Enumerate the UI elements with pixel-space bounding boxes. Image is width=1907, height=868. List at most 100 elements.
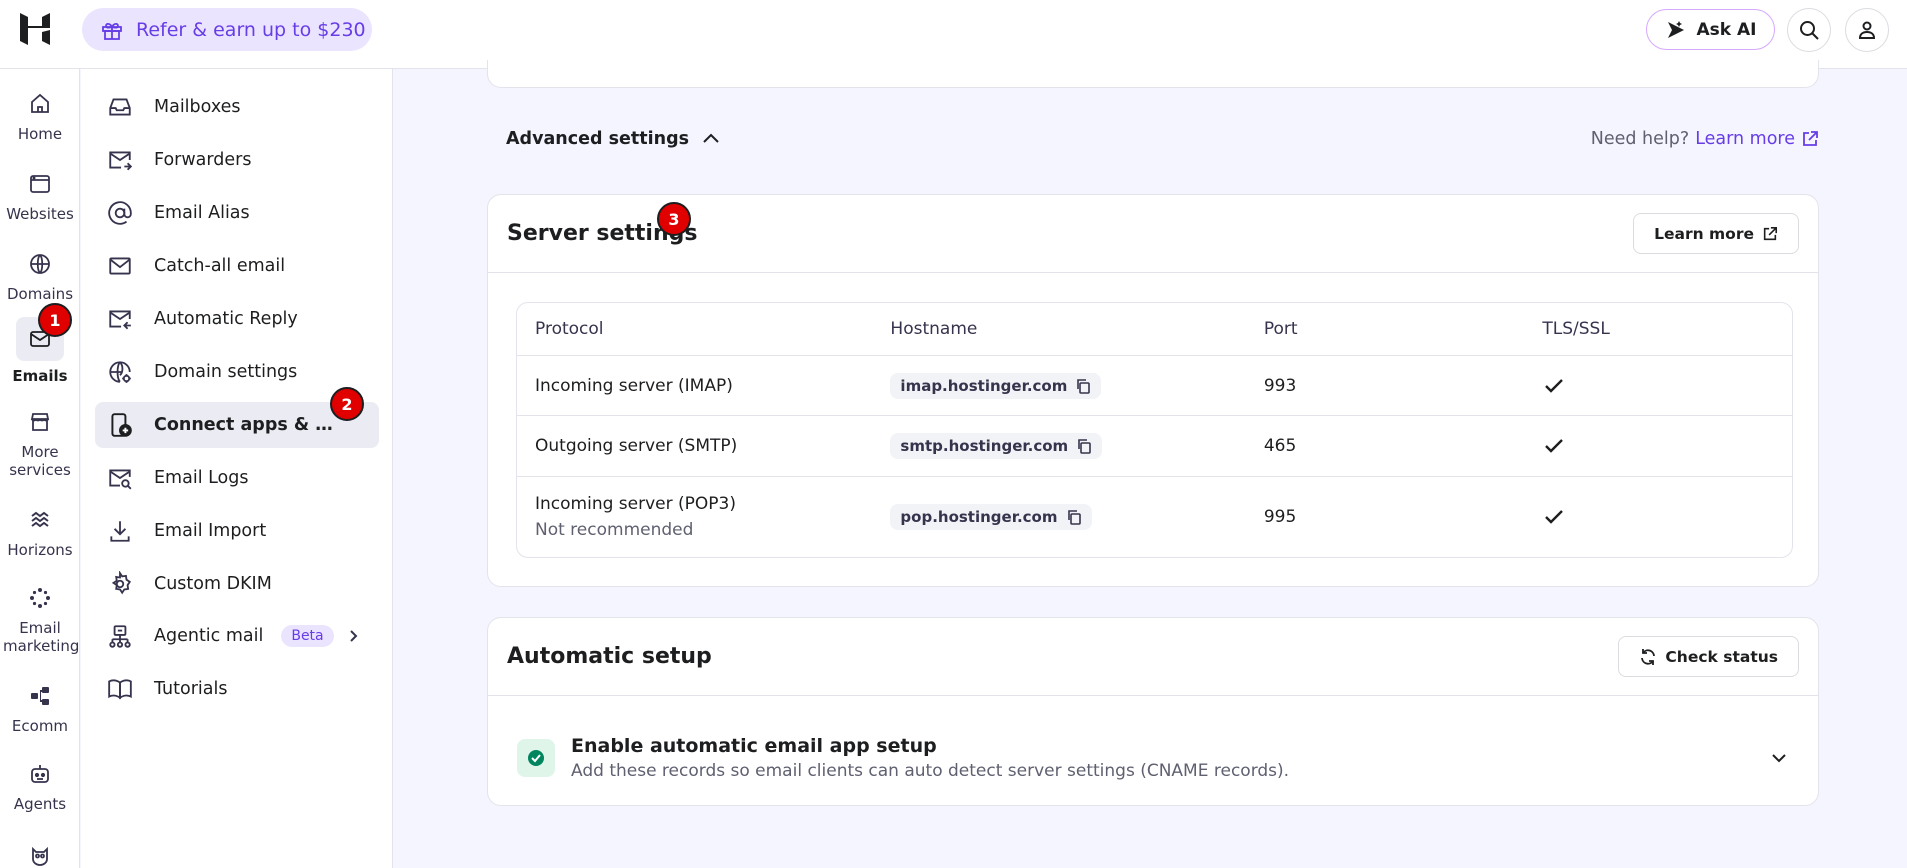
chevron-up-icon	[701, 129, 721, 149]
protocol-cell: Incoming server (IMAP)	[535, 375, 733, 396]
websites-icon	[25, 169, 55, 199]
external-link-icon	[1762, 226, 1778, 242]
owl-icon	[25, 841, 55, 868]
hostname-cell: pop.hostinger.com	[890, 504, 1263, 530]
automatic-setup-text: Enable automatic email app setup Add the…	[571, 735, 1289, 781]
table-row: Incoming server (POP3) Not recommended p…	[517, 477, 1792, 557]
rail-label: Emails	[12, 367, 68, 385]
step-marker-2: 2	[330, 387, 364, 421]
agents-icon	[25, 759, 55, 789]
port-cell: 993	[1263, 375, 1297, 396]
protocol-name: Incoming server (POP3)	[535, 494, 736, 514]
sidebar-item-label: Mailboxes	[154, 97, 241, 117]
learn-more-label: Learn more	[1654, 224, 1754, 243]
horizons-icon	[25, 505, 55, 535]
copy-icon	[1075, 378, 1091, 394]
sidebar-item-mailboxes[interactable]: Mailboxes	[95, 84, 379, 130]
sidebar-item-custom-dkim[interactable]: Custom DKIM	[95, 561, 379, 607]
rail-item-home[interactable]: Home	[0, 89, 80, 143]
advanced-settings-toggle[interactable]: Advanced settings	[506, 129, 721, 149]
sidebar-item-domain-settings[interactable]: Domain settings	[95, 349, 379, 395]
check-status-label: Check status	[1665, 647, 1778, 666]
step-marker-3: 3	[657, 202, 691, 236]
hostname-copy-chip[interactable]: imap.hostinger.com	[890, 372, 1102, 399]
device-add-icon	[107, 412, 133, 438]
ask-ai-button[interactable]: Ask AI	[1646, 9, 1775, 50]
rail-item-horizons[interactable]: Horizons	[0, 505, 80, 559]
sidebar-item-label: Custom DKIM	[154, 574, 272, 594]
chevron-down-icon[interactable]	[1769, 748, 1789, 768]
automatic-setup-item-desc: Add these records so email clients can a…	[571, 761, 1290, 781]
automatic-setup-card: Automatic setup Check status Enable auto…	[487, 617, 1819, 806]
search-icon	[1798, 19, 1820, 41]
store-icon	[25, 407, 55, 437]
col-port: Port	[1263, 319, 1298, 339]
automatic-setup-title: Automatic setup	[507, 644, 712, 669]
table-header: Protocol Hostname Port TLS/SSL	[517, 303, 1792, 356]
protocol-note: Not recommended	[535, 520, 694, 540]
col-tls: TLS/SSL	[1542, 319, 1610, 339]
sidebar-item-label: Catch-all email	[154, 256, 286, 276]
automatic-setup-row[interactable]: Enable automatic email app setup Add the…	[517, 731, 1789, 785]
book-icon	[107, 676, 133, 702]
rail-item-more[interactable]	[0, 841, 80, 868]
sidebar-item-label: Email Logs	[154, 468, 249, 488]
rail-item-domains[interactable]: Domains	[0, 249, 80, 303]
top-bar: Refer & earn up to $230 Ask AI	[0, 0, 1907, 69]
refer-earn-button[interactable]: Refer & earn up to $230	[82, 8, 372, 51]
hostname-copy-chip[interactable]: smtp.hostinger.com	[890, 433, 1103, 459]
rail-item-email-marketing[interactable]: Email marketing	[0, 583, 80, 655]
rail-label: More services	[9, 443, 71, 479]
hostname-cell: imap.hostinger.com	[890, 372, 1263, 399]
auto-reply-icon	[107, 306, 133, 332]
rail-label: Email marketing	[3, 619, 80, 655]
automatic-setup-item-title: Enable automatic email app setup	[571, 735, 937, 757]
sidebar-item-email-import[interactable]: Email Import	[95, 508, 379, 554]
col-hostname: Hostname	[890, 319, 978, 339]
sidebar-item-automatic-reply[interactable]: Automatic Reply	[95, 296, 379, 342]
tls-check-icon	[1525, 505, 1792, 529]
user-icon	[1857, 20, 1877, 40]
rail-label: Agents	[13, 795, 67, 813]
copy-icon	[1076, 438, 1092, 454]
check-status-button[interactable]: Check status	[1618, 636, 1799, 677]
account-button[interactable]	[1845, 8, 1889, 52]
rail-label: Websites	[6, 205, 74, 223]
hostname-copy-chip[interactable]: pop.hostinger.com	[890, 504, 1092, 530]
sidebar-item-agentic-mail[interactable]: Agentic mail Beta	[95, 613, 379, 659]
step-marker-1: 1	[38, 303, 72, 337]
rail-item-agents[interactable]: Agents	[0, 759, 80, 813]
rail-item-ecomm[interactable]: Ecomm	[0, 681, 80, 735]
hostname-text: smtp.hostinger.com	[900, 437, 1069, 455]
hostinger-logo-icon[interactable]	[18, 11, 52, 47]
sidebar-item-catch-all[interactable]: Catch-all email	[95, 243, 379, 289]
mail-icon	[107, 253, 133, 279]
sidebar-item-email-logs[interactable]: Email Logs	[95, 455, 379, 501]
protocol-cell: Outgoing server (SMTP)	[535, 436, 738, 456]
rail-label: Horizons	[7, 541, 73, 559]
port-cell: 995	[1263, 507, 1297, 527]
sidebar-item-label: Domain settings	[154, 362, 298, 382]
download-icon	[107, 518, 133, 544]
server-settings-header: Server settings Learn more	[488, 195, 1818, 273]
sidebar-item-label: Connect apps & devices	[154, 415, 340, 435]
learn-more-link[interactable]: Learn more	[1695, 129, 1795, 149]
left-rail: Home Websites Domains Emails More servic…	[0, 69, 80, 868]
search-button[interactable]	[1787, 8, 1831, 52]
sidebar-item-email-alias[interactable]: Email Alias	[95, 190, 379, 236]
gear-icon	[107, 571, 133, 597]
need-help: Need help? Learn more	[1591, 129, 1819, 149]
rail-label: Domains	[6, 285, 74, 303]
sidebar-item-tutorials[interactable]: Tutorials	[95, 666, 379, 712]
learn-more-button[interactable]: Learn more	[1633, 213, 1799, 254]
sidebar-item-forwarders[interactable]: Forwarders	[95, 137, 379, 183]
rail-item-more-services[interactable]: More services	[0, 407, 80, 479]
server-settings-table: Protocol Hostname Port TLS/SSL Incoming …	[516, 302, 1793, 558]
sidebar-item-label: Forwarders	[154, 150, 252, 170]
refresh-icon	[1639, 648, 1657, 666]
hostname-text: imap.hostinger.com	[900, 376, 1068, 395]
rail-label: Home	[17, 125, 63, 143]
rail-item-websites[interactable]: Websites	[0, 169, 80, 223]
sidebar-item-label: Email Import	[154, 521, 267, 541]
copy-icon	[1066, 509, 1082, 525]
